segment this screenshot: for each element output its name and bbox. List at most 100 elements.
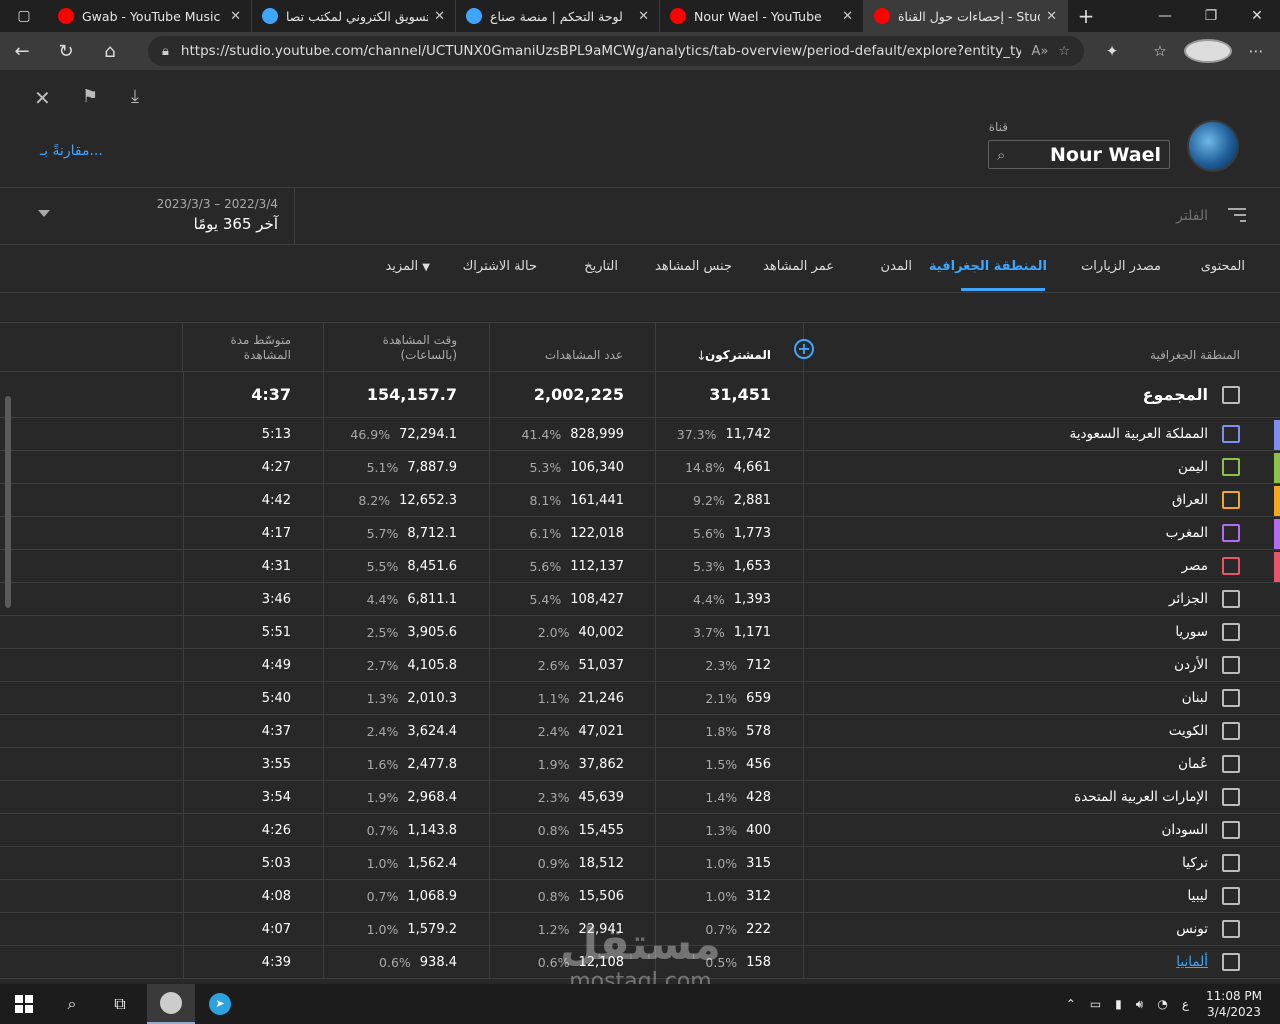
profile-avatar[interactable] (1184, 39, 1232, 63)
telegram-icon[interactable]: ➤ (196, 984, 244, 1024)
row-checkbox[interactable] (1222, 458, 1240, 476)
table-row[interactable]: 4:37 2.4% 3,624.4 2.4% 47,021 1.8% 578 الكويت (0, 715, 1280, 748)
row-checkbox[interactable] (1222, 590, 1240, 608)
new-tab-button[interactable]: + (1068, 4, 1104, 28)
browser-tab[interactable]: لوحة التحكم | منصة صناع ✕ (456, 0, 660, 32)
table-row[interactable]: 4:42 8.2% 12,652.3 8.1% 161,441 9.2% 2,881 العر… (0, 484, 1280, 517)
tab-content[interactable]: المحتوى (1201, 259, 1245, 274)
tab-more[interactable]: المزيد ▼ (385, 259, 430, 274)
tab-actions-icon[interactable]: ▢ (0, 0, 48, 32)
browser-tab[interactable]: Gwab - YouTube Music ✕ (48, 0, 252, 32)
subs-pct: 3.7% (693, 624, 725, 640)
row-checkbox[interactable] (1222, 623, 1240, 641)
extensions-icon[interactable]: ✦ (1088, 42, 1136, 60)
table-row[interactable]: 3:54 1.9% 2,968.4 2.3% 45,639 1.4% 428 الإمارات… (0, 781, 1280, 814)
scrollbar[interactable] (5, 396, 11, 608)
browser-tab[interactable]: Nour Wael - YouTube ✕ (660, 0, 864, 32)
close-tab-icon[interactable]: ✕ (842, 9, 853, 24)
table-row[interactable]: 3:46 4.4% 6,811.1 5.4% 108,427 4.4% 1,393 الجزا… (0, 583, 1280, 616)
row-checkbox[interactable] (1222, 524, 1240, 542)
header-views[interactable]: عدد المشاهدات (545, 348, 623, 363)
row-checkbox[interactable] (1222, 821, 1240, 839)
tab-cities[interactable]: المدن (881, 259, 912, 274)
row-checkbox[interactable] (1222, 788, 1240, 806)
table-row[interactable]: 4:08 0.7% 1,068.9 0.8% 15,506 1.0% 312 ليبيا (0, 880, 1280, 913)
table-row[interactable]: 4:39 0.6% 938.4 0.6% 12,108 0.5% 158 ألمانيا (0, 946, 1280, 979)
channel-selector[interactable]: ⌕ Nour Wael (988, 140, 1170, 169)
close-tab-icon[interactable]: ✕ (434, 9, 445, 24)
row-checkbox[interactable] (1222, 854, 1240, 872)
tab-date[interactable]: التاريخ (584, 259, 618, 274)
filter-label[interactable]: الفلتر (1176, 208, 1208, 224)
table-row[interactable]: 4:26 0.7% 1,143.8 0.8% 15,455 1.3% 400 السودان (0, 814, 1280, 847)
table-row[interactable]: 4:27 5.1% 7,887.9 5.3% 106,340 14.8% 4,661 اليم… (0, 451, 1280, 484)
add-metric-icon[interactable]: + (794, 339, 814, 359)
filter-icon[interactable] (1228, 208, 1246, 226)
volume-icon[interactable]: 🔊︎ (1136, 997, 1144, 1012)
row-checkbox[interactable] (1222, 722, 1240, 740)
edge-browser-icon[interactable] (147, 984, 195, 1024)
address-bar: ← ↻ ⌂ 🔒︎ https://studio.youtube.com/chan… (0, 32, 1280, 70)
language-indicator[interactable]: ع (1182, 997, 1189, 1011)
read-aloud-icon[interactable]: A» (1031, 44, 1048, 59)
battery-icon[interactable]: ▮ (1115, 997, 1122, 1011)
tab-viewer-gender[interactable]: جنس المشاهد (655, 259, 732, 274)
tab-traffic-source[interactable]: مصدر الزيارات (1081, 259, 1161, 274)
row-checkbox[interactable] (1222, 425, 1240, 443)
minimize-icon[interactable]: — (1142, 0, 1188, 32)
table-row[interactable]: 5:03 1.0% 1,562.4 0.9% 18,512 1.0% 315 تركيا (0, 847, 1280, 880)
refresh-icon[interactable]: ↻ (44, 41, 88, 62)
row-checkbox[interactable] (1222, 689, 1240, 707)
start-icon[interactable] (0, 984, 48, 1024)
favorite-star-icon[interactable]: ☆ (1058, 44, 1070, 59)
close-tab-icon[interactable]: ✕ (230, 9, 241, 24)
tab-viewer-age[interactable]: عمر المشاهد (763, 259, 834, 274)
table-row[interactable]: 4:31 5.5% 8,451.6 5.6% 112,137 5.3% 1,653 مصر (0, 550, 1280, 583)
feedback-icon[interactable]: ⚑ (82, 86, 98, 107)
table-row[interactable]: 5:51 2.5% 3,905.6 2.0% 40,002 3.7% 1,171 سوريا (0, 616, 1280, 649)
task-view-icon[interactable]: ⧉ (96, 984, 144, 1024)
search-icon[interactable]: ⌕ (48, 984, 96, 1024)
favorites-icon[interactable]: ☆ (1136, 42, 1184, 60)
home-icon[interactable]: ⌂ (88, 41, 132, 62)
tab-subscription-status[interactable]: حالة الاشتراك (463, 259, 537, 274)
show-hidden-icon[interactable]: ⌃ (1066, 997, 1076, 1011)
wifi-icon[interactable]: ◔ (1157, 997, 1167, 1011)
table-row[interactable]: 4:07 1.0% 1,579.2 1.2% 22,941 0.7% 222 تونس (0, 913, 1280, 946)
row-checkbox[interactable] (1222, 491, 1240, 509)
close-tab-icon[interactable]: ✕ (638, 9, 649, 24)
close-tab-icon[interactable]: ✕ (1046, 9, 1057, 24)
table-row[interactable]: 3:55 1.6% 2,477.8 1.9% 37,862 1.5% 456 عُمان (0, 748, 1280, 781)
row-checkbox[interactable] (1222, 920, 1240, 938)
close-window-icon[interactable]: ✕ (1234, 0, 1280, 32)
total-checkbox[interactable] (1222, 385, 1240, 404)
compare-link[interactable]: مقارنةً بـ... (40, 143, 103, 159)
more-menu-icon[interactable]: ⋯ (1232, 42, 1280, 60)
url-field[interactable]: 🔒︎ https://studio.youtube.com/channel/UC… (148, 36, 1084, 66)
table-row[interactable]: 5:13 46.9% 72,294.1 41.4% 828,999 37.3% 11,742… (0, 418, 1280, 451)
table-row[interactable]: 4:49 2.7% 4,105.8 2.6% 51,037 2.3% 712 الأردن (0, 649, 1280, 682)
row-checkbox[interactable] (1222, 887, 1240, 905)
row-checkbox[interactable] (1222, 557, 1240, 575)
back-icon[interactable]: ← (0, 41, 44, 62)
region-name[interactable]: ألمانيا (1176, 954, 1208, 970)
network-icon[interactable]: ▭ (1090, 997, 1101, 1011)
row-checkbox[interactable] (1222, 656, 1240, 674)
region-cell[interactable]: ألمانيا (804, 946, 1280, 978)
views-pct: 2.4% (537, 723, 570, 739)
browser-tab[interactable]: إحصاءات حول القناة - Studio ✕ (864, 0, 1068, 32)
date-range-picker[interactable]: 2023/3/3 – 2022/3/4 آخر 365 يومًا (0, 188, 295, 245)
header-watch-time[interactable]: وقت المشاهدة (بالساعات) (383, 333, 457, 363)
download-icon[interactable]: ⤓ (131, 86, 139, 107)
restore-icon[interactable]: ❐ (1188, 0, 1234, 32)
table-row[interactable]: 4:17 5.7% 8,712.1 6.1% 122,018 5.6% 1,773 المغر… (0, 517, 1280, 550)
clock[interactable]: 11:08 PM 3/4/2023 (1206, 988, 1262, 1020)
table-row[interactable]: 5:40 1.3% 2,010.3 1.1% 21,246 2.1% 659 لبنان (0, 682, 1280, 715)
header-subscribers[interactable]: المشتركون (705, 348, 771, 363)
tab-geography[interactable]: المنطقة الجغرافية (929, 259, 1047, 274)
close-icon[interactable]: ✕ (34, 86, 51, 110)
row-checkbox[interactable] (1222, 953, 1240, 971)
header-avg-duration[interactable]: متوسّط مدة المشاهدة (230, 333, 291, 363)
row-checkbox[interactable] (1222, 755, 1240, 773)
browser-tab[interactable]: تسويق الكتروني لمكتب تصا ✕ (252, 0, 456, 32)
